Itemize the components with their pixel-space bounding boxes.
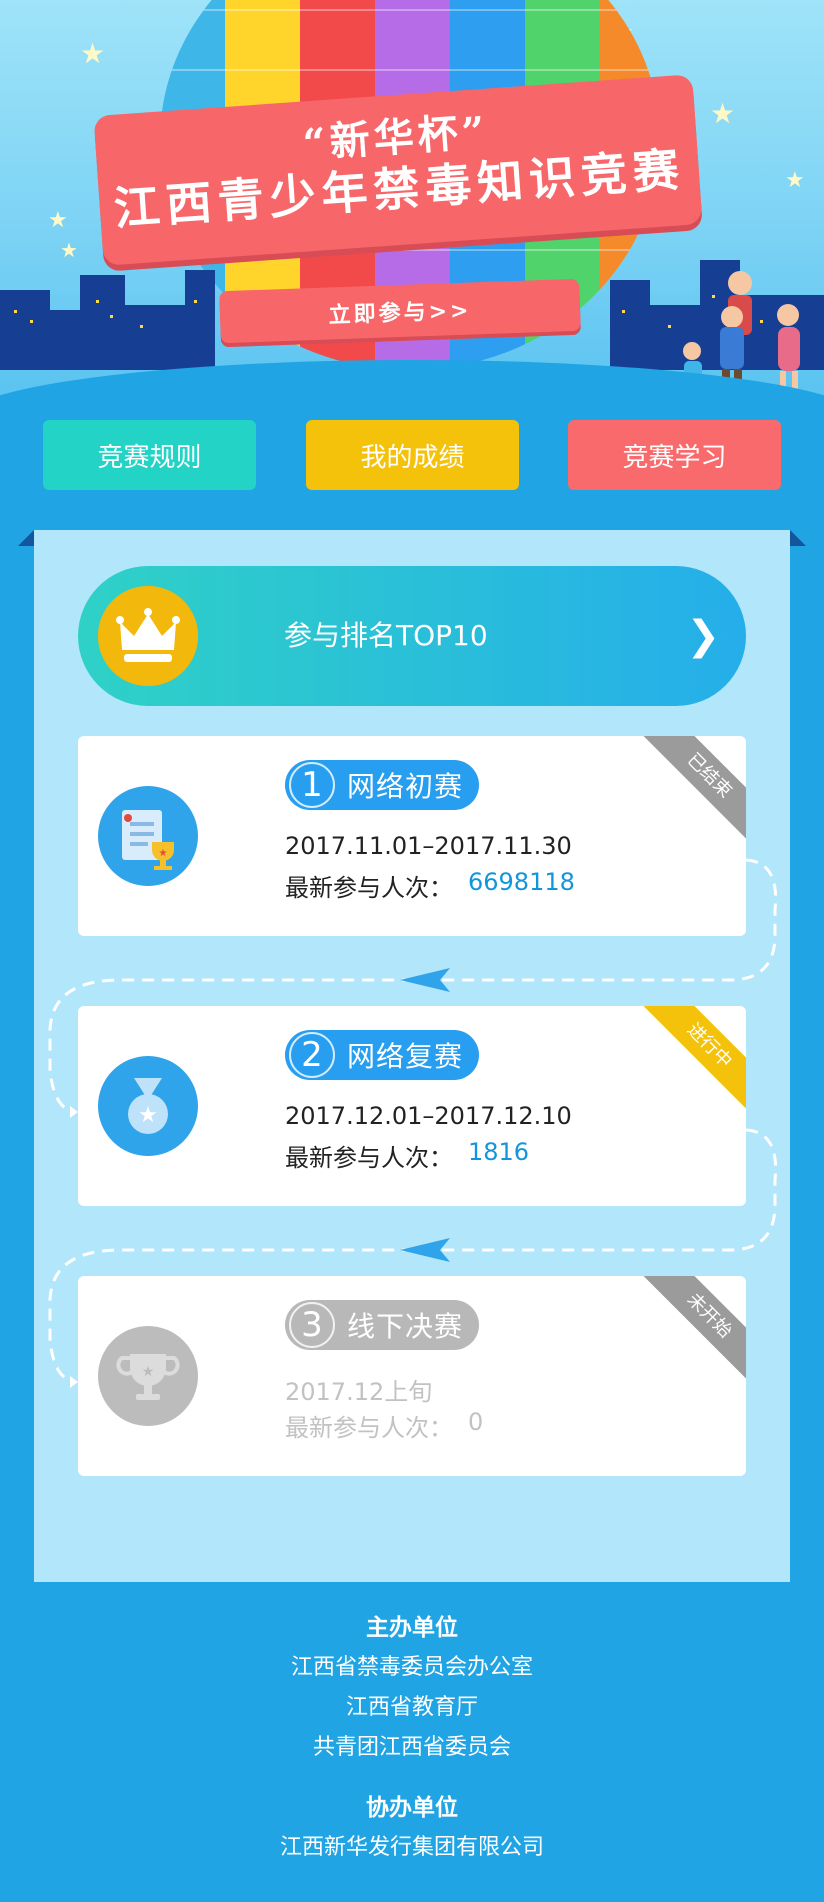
participants-label: 最新参与人次：: [285, 874, 453, 902]
svg-text:★: ★: [138, 1103, 158, 1128]
stage-title-pill: 2 网络复赛: [285, 1030, 480, 1080]
participants-label: 最新参与人次：: [285, 1414, 453, 1442]
hero-banner: ★ ★ ★ ★ ★ ★: [0, 0, 824, 410]
footer: 主办单位 江西省禁毒委员会办公室 江西省教育厅 共青团江西省委员会 协办单位 江…: [0, 1608, 824, 1868]
stage-date: 2017.12上旬: [285, 1378, 433, 1406]
stage-card[interactable]: ★ 1 网络初赛 2017.11.01–2017.11.30 最新参与人次： 6…: [78, 736, 746, 936]
top10-label: 参与排名TOP10: [284, 619, 488, 652]
participants-count: 6698118: [468, 868, 575, 896]
status-ribbon: 未开始: [643, 1276, 746, 1382]
stage-number: 3: [289, 1302, 335, 1348]
stage-name: 线下决赛: [347, 1310, 464, 1343]
city-skyline: [50, 310, 80, 370]
star-icon: ★: [785, 168, 805, 193]
stage-name: 网络复赛: [347, 1040, 464, 1073]
co-host-org: 江西新华发行集团有限公司: [279, 1835, 544, 1860]
city-skyline: [125, 305, 185, 370]
stage-name: 网络初赛: [347, 770, 464, 803]
stage-number: 1: [289, 762, 335, 808]
chevron-right-icon: ❯: [686, 613, 720, 659]
stage-card[interactable]: ★ 3 线下决赛 2017.12上旬 最新参与人次： 0 未开始: [78, 1276, 746, 1476]
stage-title-pill: 1 网络初赛: [285, 760, 480, 810]
host-title: 主办单位: [366, 1615, 458, 1641]
stage-date: 2017.12.01–2017.12.10: [285, 1102, 572, 1130]
stage-title-pill: 3 线下决赛: [285, 1300, 480, 1350]
top10-ranking-button[interactable]: 参与排名TOP10 ❯: [78, 566, 746, 706]
stage-number: 2: [289, 1032, 335, 1078]
medal-icon: ★: [98, 1056, 198, 1156]
city-skyline: [185, 270, 215, 370]
star-icon: ★: [80, 37, 106, 70]
rules-button[interactable]: 竞赛规则: [43, 420, 256, 490]
crown-icon: [98, 586, 198, 686]
certificate-trophy-icon: ★: [98, 786, 198, 886]
star-icon: ★: [48, 208, 68, 233]
participants-label: 最新参与人次：: [285, 1144, 453, 1172]
participants-count: 1816: [468, 1138, 530, 1166]
panel-fold-right: [790, 530, 806, 546]
study-button[interactable]: 竞赛学习: [568, 420, 781, 490]
svg-text:★: ★: [142, 1364, 155, 1380]
trophy-icon: ★: [98, 1326, 198, 1426]
star-icon: ★: [710, 97, 736, 130]
city-skyline: [610, 280, 650, 370]
city-skyline: [0, 290, 50, 370]
svg-text:★: ★: [159, 848, 168, 859]
host-org: 江西省禁毒委员会办公室: [290, 1655, 533, 1680]
my-score-button[interactable]: 我的成绩: [306, 420, 519, 490]
co-host-title: 协办单位: [366, 1795, 458, 1821]
panel-fold-left: [18, 530, 34, 546]
status-ribbon: 进行中: [643, 1006, 746, 1112]
host-org: 江西省教育厅: [345, 1695, 478, 1720]
stage-date: 2017.11.01–2017.11.30: [285, 832, 572, 860]
star-icon: ★: [60, 238, 78, 262]
city-skyline: [80, 275, 125, 370]
host-org: 共青团江西省委员会: [312, 1735, 511, 1760]
status-ribbon: 已结束: [643, 736, 746, 842]
participants-count: 0: [468, 1408, 484, 1436]
stage-card[interactable]: ★ 2 网络复赛 2017.12.01–2017.12.10 最新参与人次： 1…: [78, 1006, 746, 1206]
